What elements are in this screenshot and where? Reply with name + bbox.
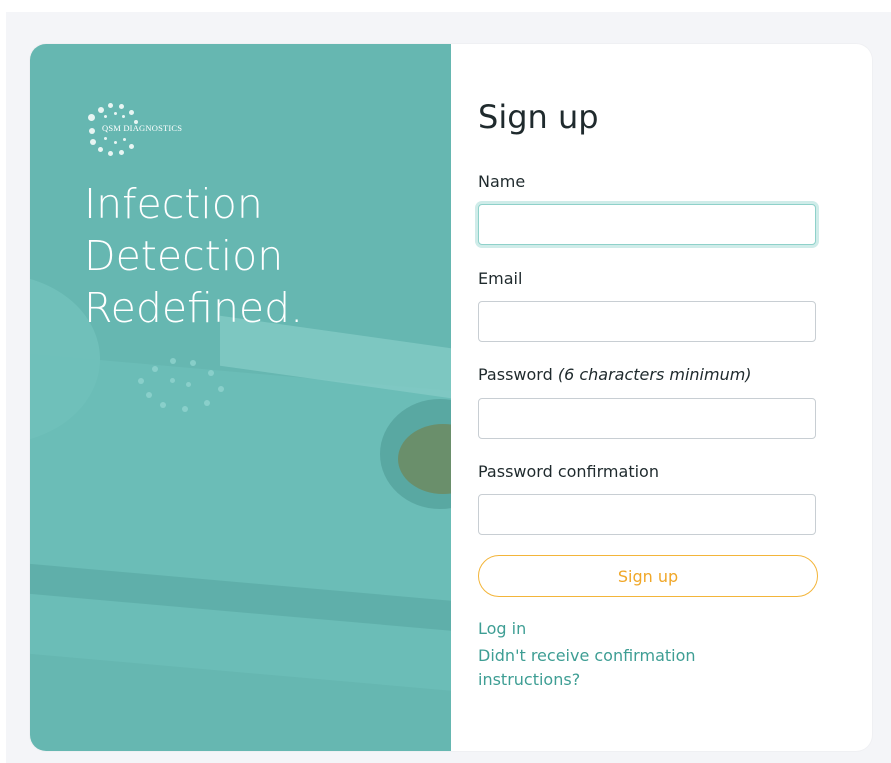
tagline-line-1: Infection: [84, 180, 263, 228]
signup-button[interactable]: Sign up: [478, 555, 818, 597]
name-label: Name: [478, 172, 526, 191]
password-hint: (6 characters minimum): [557, 365, 752, 384]
confirmation-instructions-link[interactable]: Didn't receive confirmation instructions…: [478, 644, 778, 692]
qsm-logo: QSM DIAGNOSTICS: [86, 101, 216, 157]
password-label-text: Password: [478, 365, 553, 384]
page-title: Sign up: [478, 98, 599, 136]
login-link[interactable]: Log in: [478, 617, 526, 641]
email-label: Email: [478, 269, 523, 288]
password-field[interactable]: [478, 398, 816, 439]
password-confirmation-field[interactable]: [478, 494, 816, 535]
password-confirmation-label: Password confirmation: [478, 462, 659, 481]
hero-device-image: [30, 352, 451, 696]
signup-form: Sign up Name Email Password (6 character…: [478, 44, 872, 751]
name-field[interactable]: [478, 204, 816, 245]
tagline-line-2: Detection: [84, 232, 284, 280]
logo-text: QSM DIAGNOSTICS: [102, 123, 183, 133]
hero-dot-pattern: [130, 354, 230, 414]
hero-panel: QSM DIAGNOSTICS Infection Detection Rede…: [30, 44, 451, 751]
password-label: Password (6 characters minimum): [478, 365, 752, 384]
signup-card: QSM DIAGNOSTICS Infection Detection Rede…: [30, 44, 872, 751]
hero-tagline: Infection Detection Redefined.: [84, 178, 424, 334]
tagline-line-3: Redefined.: [84, 284, 304, 332]
email-field[interactable]: [478, 301, 816, 342]
